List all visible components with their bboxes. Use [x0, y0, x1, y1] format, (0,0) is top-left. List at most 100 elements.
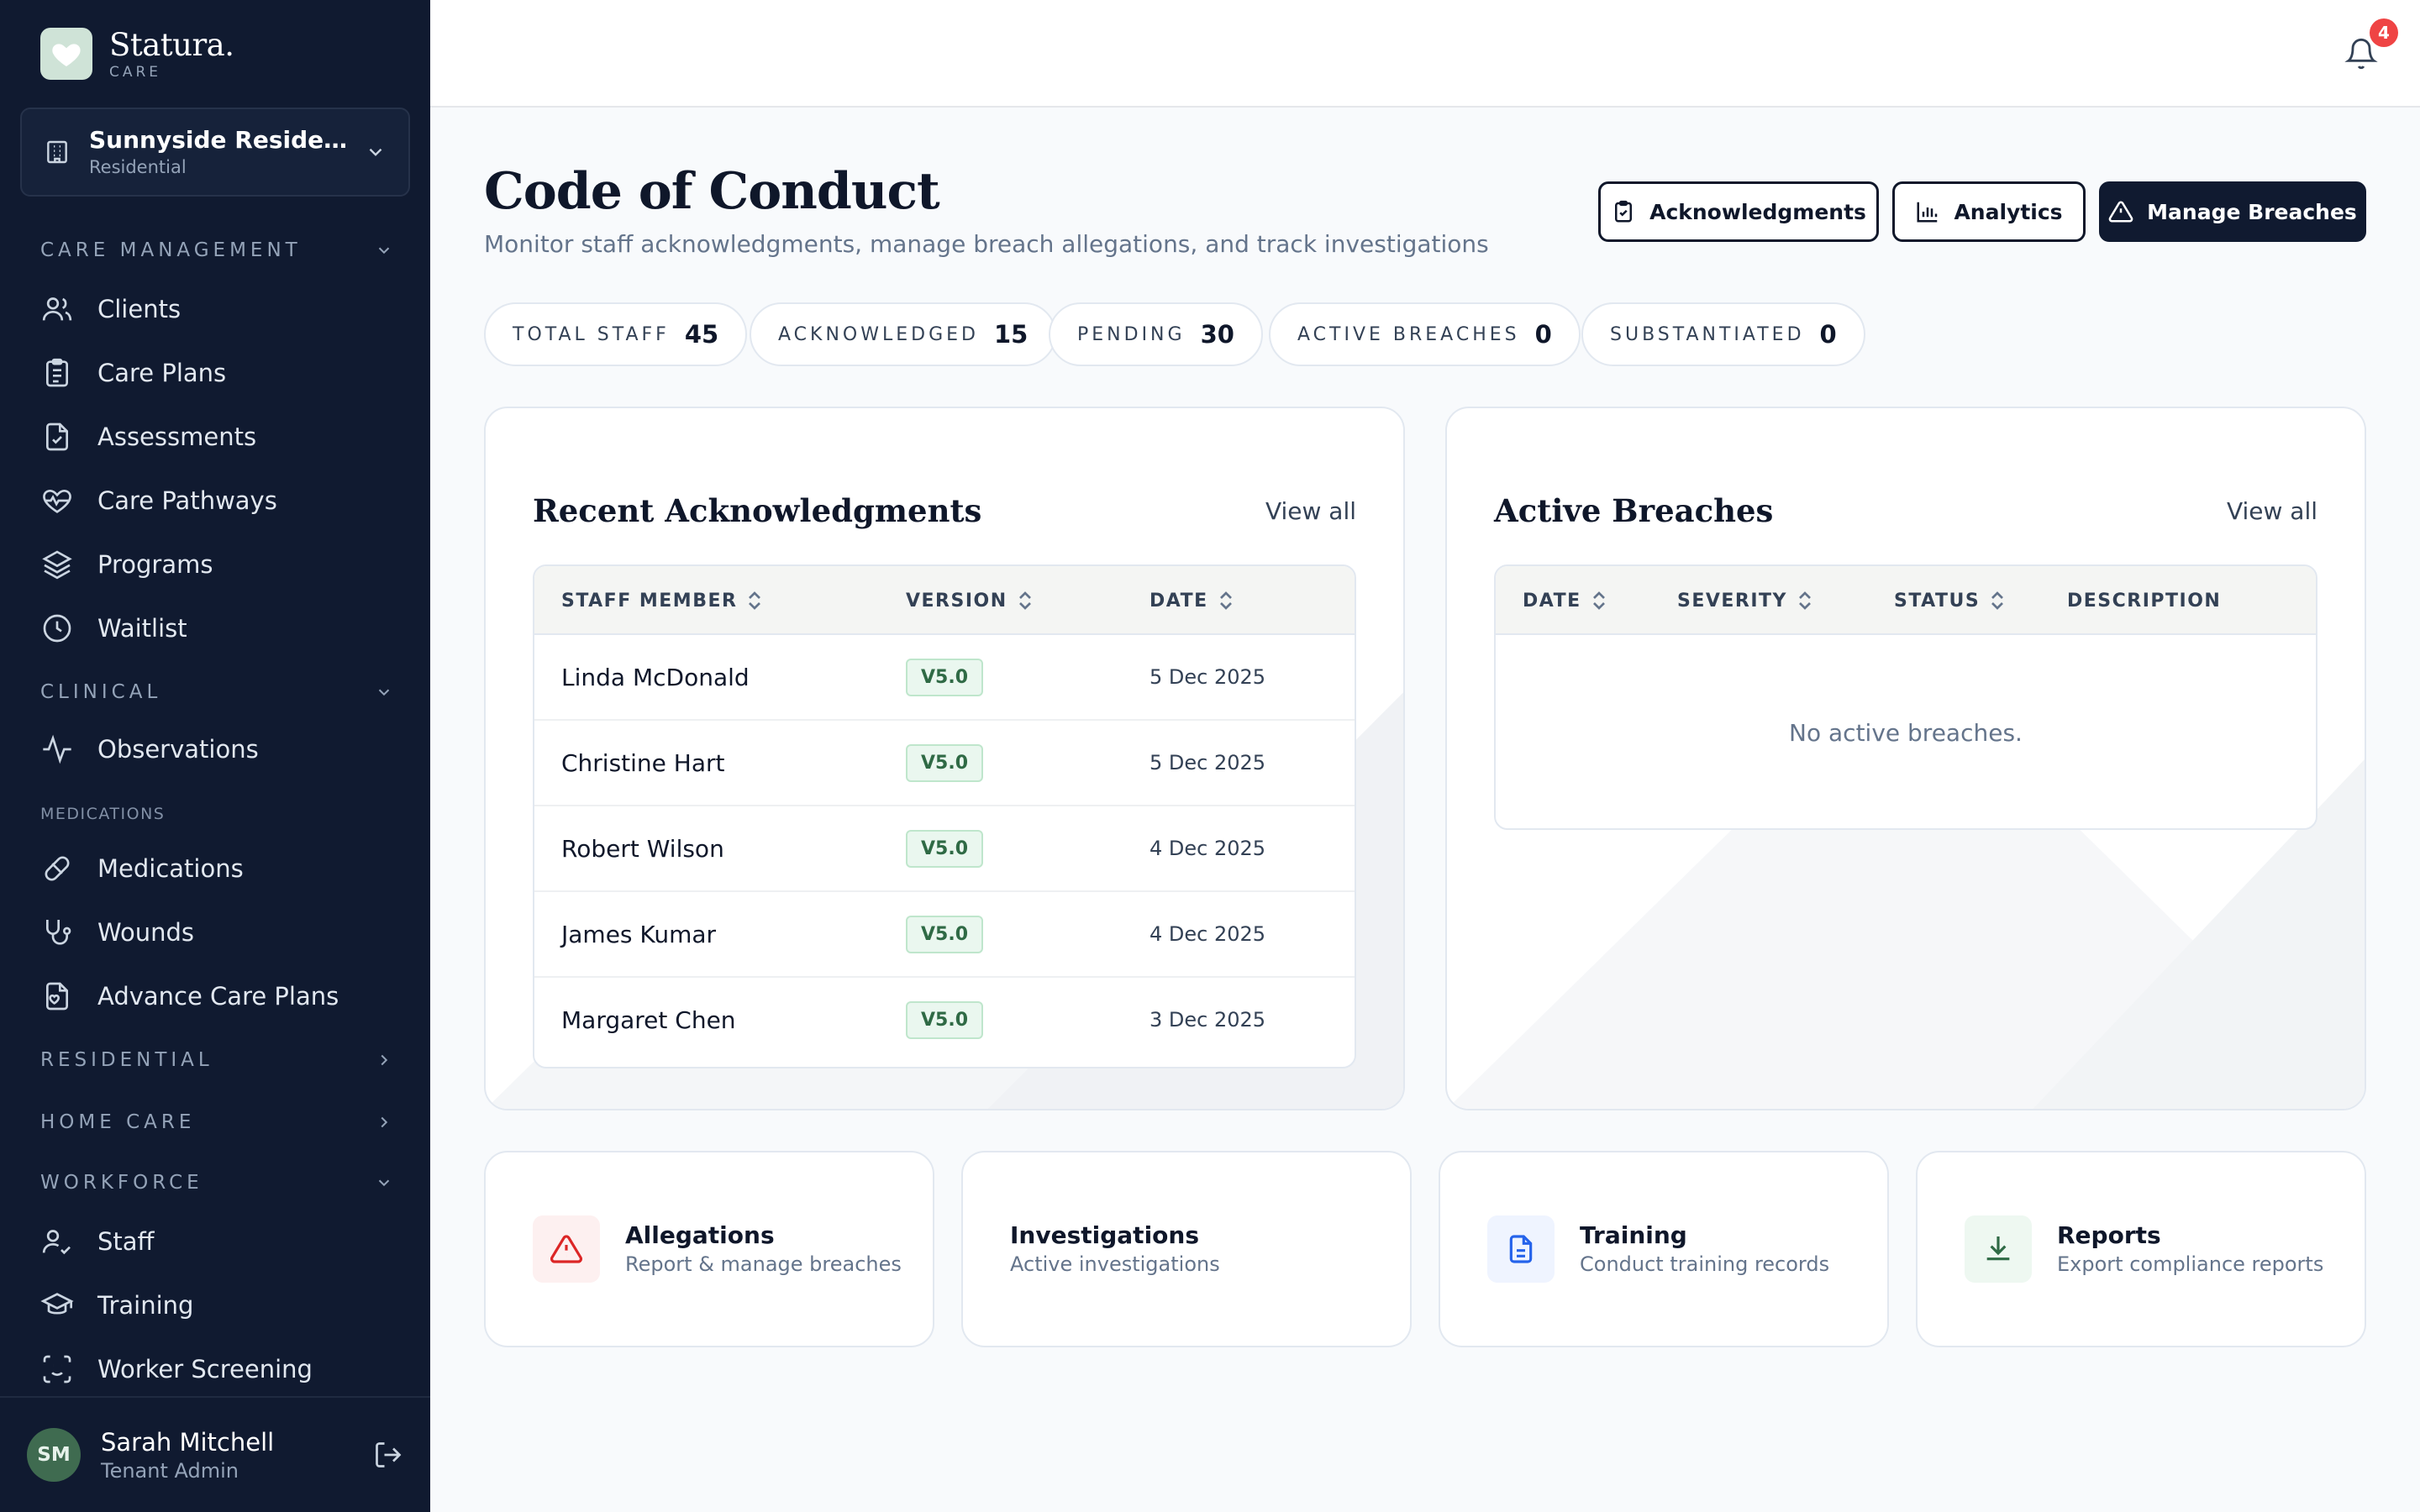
- facility-selector[interactable]: Sunnyside Residentia... Residential: [20, 108, 410, 197]
- sidebar-item-staff[interactable]: Staff: [40, 1218, 393, 1265]
- column-label: DATE: [1523, 590, 1581, 612]
- heart-pulse-icon: [43, 489, 71, 513]
- quick-link-desc: Export compliance reports: [2057, 1252, 2324, 1276]
- button-label: Manage Breaches: [2147, 199, 2357, 224]
- quick-link-investigations[interactable]: Investigations Active investigations: [961, 1151, 1412, 1347]
- clipboard-check-icon: [1615, 200, 1633, 223]
- quick-link-reports[interactable]: Reports Export compliance reports: [1916, 1151, 2366, 1347]
- stat-label: SUBSTANTIATED: [1610, 323, 1805, 345]
- sidebar-item-medications[interactable]: Medications: [40, 845, 393, 892]
- nav-section-workforce[interactable]: WORKFORCE: [40, 1169, 393, 1196]
- heart-logo-icon: [40, 28, 92, 80]
- sidebar-item-label: Care Plans: [97, 359, 227, 387]
- chevron-right-icon: [381, 1116, 388, 1128]
- empty-state: No active breaches.: [1789, 718, 2023, 747]
- nav-section-label: WORKFORCE: [40, 1172, 203, 1194]
- column-description: DESCRIPTION: [2067, 566, 2221, 635]
- sidebar-item-label: Advance Care Plans: [97, 982, 339, 1011]
- stat-label: ACKNOWLEDGED: [778, 323, 979, 345]
- sidebar-item-clients[interactable]: Clients: [40, 286, 393, 333]
- chevron-down-icon: [378, 1179, 390, 1187]
- sidebar-item-worker-screening[interactable]: Worker Screening: [40, 1346, 393, 1393]
- stat-active-breaches: ACTIVE BREACHES 0: [1269, 302, 1581, 366]
- sidebar-item-programs[interactable]: Programs: [40, 541, 393, 588]
- sort-icon: [1219, 591, 1232, 610]
- file-heart-icon: [46, 982, 68, 1011]
- nav-section-clinical[interactable]: CLINICAL: [40, 679, 393, 706]
- table-row[interactable]: Christine Hart V5.0 5 Dec 2025: [534, 721, 1355, 806]
- stat-value: 0: [1819, 320, 1837, 349]
- brand[interactable]: Statura. CARE: [40, 27, 234, 81]
- nav-section-label: CLINICAL: [40, 681, 162, 703]
- brand-name: Statura.: [109, 27, 234, 63]
- stat-value: 45: [684, 320, 719, 349]
- sidebar-item-label: Medications: [97, 854, 244, 883]
- alert-triangle-icon: [2108, 201, 2133, 223]
- logout-icon[interactable]: [373, 1440, 403, 1470]
- column-version[interactable]: VERSION: [906, 566, 1033, 635]
- table-row[interactable]: Margaret Chen V5.0 3 Dec 2025: [534, 978, 1355, 1063]
- column-date[interactable]: DATE: [1150, 566, 1234, 635]
- sort-icon: [1592, 591, 1605, 610]
- sidebar-item-advance-care-plans[interactable]: Advance Care Plans: [40, 973, 393, 1020]
- column-severity[interactable]: SEVERITY: [1677, 566, 1812, 635]
- ack-date: 5 Dec 2025: [1150, 751, 1266, 774]
- column-date[interactable]: DATE: [1523, 566, 1607, 635]
- alert-triangle-icon: [533, 1215, 600, 1283]
- chevron-right-icon: [381, 1054, 388, 1066]
- view-all-link[interactable]: View all: [1265, 497, 1356, 525]
- facility-name: Sunnyside Residentia...: [89, 126, 353, 154]
- quick-link-allegations[interactable]: Allegations Report & manage breaches: [484, 1151, 934, 1347]
- sidebar-item-care-plans[interactable]: Care Plans: [40, 349, 393, 396]
- sidebar-item-waitlist[interactable]: Waitlist: [40, 605, 393, 652]
- ack-date: 3 Dec 2025: [1150, 1008, 1266, 1032]
- quick-link-desc: Active investigations: [1010, 1252, 1220, 1276]
- version-badge: V5.0: [906, 743, 983, 782]
- building-icon: [47, 140, 67, 164]
- acknowledgments-button[interactable]: Acknowledgments: [1598, 181, 1879, 242]
- stat-substantiated: SUBSTANTIATED 0: [1581, 302, 1865, 366]
- stat-label: TOTAL STAFF: [513, 323, 670, 345]
- recent-acknowledgments-card: Recent Acknowledgments View all STAFF ME…: [484, 407, 1405, 1110]
- sidebar-item-label: Care Pathways: [97, 486, 277, 515]
- page-title: Code of Conduct: [484, 162, 940, 221]
- nav-section-residential[interactable]: RESIDENTIAL: [40, 1047, 393, 1074]
- column-label: STAFF MEMBER: [561, 590, 738, 612]
- column-status[interactable]: STATUS: [1894, 566, 2005, 635]
- sidebar-item-assessments[interactable]: Assessments: [40, 413, 393, 460]
- table-row[interactable]: James Kumar V5.0 4 Dec 2025: [534, 892, 1355, 978]
- ack-date: 4 Dec 2025: [1150, 837, 1266, 860]
- version-badge: V5.0: [906, 915, 983, 953]
- table-row[interactable]: Robert Wilson V5.0 4 Dec 2025: [534, 806, 1355, 892]
- staff-name: Linda McDonald: [561, 663, 750, 691]
- breaches-table: DATE SEVERITY STATUS DESCRIPTION No acti…: [1494, 564, 2317, 830]
- quick-link-desc: Conduct training records: [1580, 1252, 1830, 1276]
- table-row[interactable]: Linda McDonald V5.0 5 Dec 2025: [534, 635, 1355, 721]
- nav-subsection-medications: MEDICATIONS: [40, 805, 166, 823]
- activity-icon: [43, 734, 71, 764]
- file-text-icon: [1487, 1215, 1555, 1283]
- quick-link-training[interactable]: Training Conduct training records: [1439, 1151, 1889, 1347]
- sidebar-item-care-pathways[interactable]: Care Pathways: [40, 477, 393, 524]
- sidebar-item-training[interactable]: Training: [40, 1282, 393, 1329]
- nav-section-home-care[interactable]: HOME CARE: [40, 1109, 393, 1136]
- table-header: STAFF MEMBER VERSION DATE: [534, 566, 1355, 635]
- column-staff-member[interactable]: STAFF MEMBER: [561, 566, 762, 635]
- nav-section-care-management[interactable]: CARE MANAGEMENT: [40, 237, 393, 264]
- view-all-link[interactable]: View all: [2227, 497, 2317, 525]
- staff-name: Margaret Chen: [561, 1005, 736, 1034]
- manage-breaches-button[interactable]: Manage Breaches: [2099, 181, 2366, 242]
- graduation-cap-icon: [40, 1293, 74, 1315]
- analytics-button[interactable]: Analytics: [1892, 181, 2086, 242]
- stat-pending: PENDING 30: [1049, 302, 1263, 366]
- sidebar-item-wounds[interactable]: Wounds: [40, 909, 393, 956]
- column-label: SEVERITY: [1677, 590, 1787, 612]
- user-profile: SM Sarah Mitchell Tenant Admin: [0, 1396, 430, 1512]
- file-check-icon: [46, 423, 68, 451]
- avatar[interactable]: SM: [27, 1428, 81, 1482]
- sidebar-item-observations[interactable]: Observations: [40, 726, 393, 773]
- sidebar-item-label: Programs: [97, 550, 213, 579]
- stat-value: 15: [993, 320, 1028, 349]
- user-role: Tenant Admin: [101, 1459, 239, 1483]
- column-label: VERSION: [906, 590, 1007, 612]
